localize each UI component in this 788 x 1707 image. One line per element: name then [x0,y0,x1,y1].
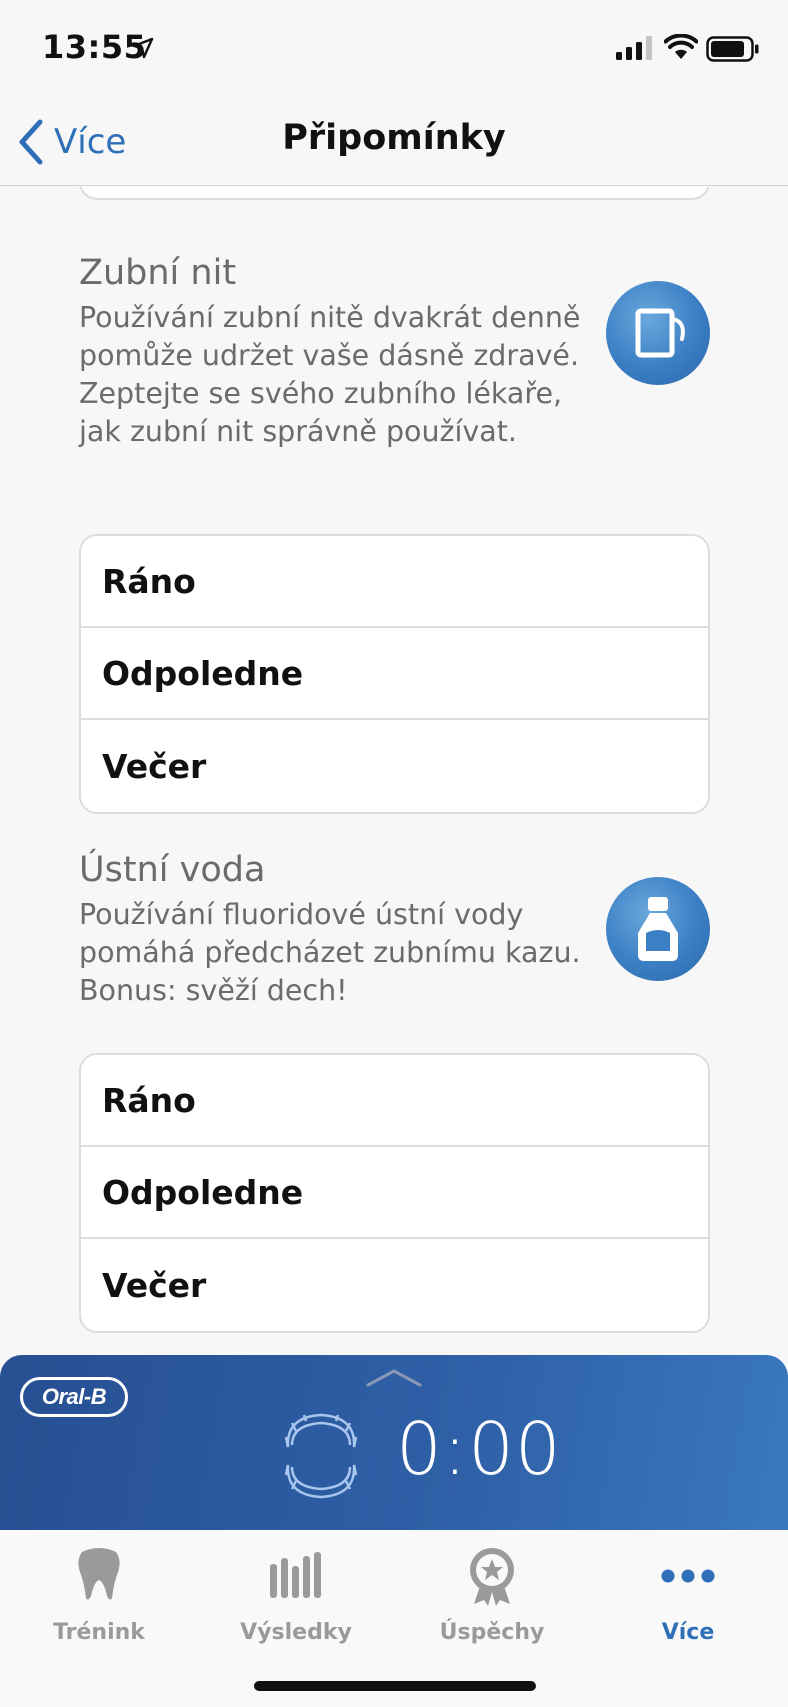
floss-options-card: Ráno Odpoledne Večer [79,534,710,814]
home-indicator[interactable] [254,1681,536,1691]
tab-label: Úspěchy [439,1620,545,1645]
option-afternoon[interactable]: Odpoledne [81,628,708,720]
tab-results[interactable]: Výsledky [206,1546,386,1646]
mouthwash-options-card: Ráno Odpoledne Večer [79,1053,710,1333]
more-icon [661,1569,715,1583]
back-button[interactable]: Více [16,114,126,170]
option-morning[interactable]: Ráno [81,1055,708,1147]
mouthwash-icon [606,877,710,981]
status-time: 13:55 [42,28,147,66]
tab-training[interactable]: Trénink [9,1546,189,1646]
teeth-icon [284,1413,358,1499]
section-title: Zubní nit [79,253,237,293]
tab-achievements[interactable]: Úspěchy [402,1546,582,1646]
tooth-icon [78,1548,120,1600]
wifi-icon [664,34,698,59]
location-icon [132,37,154,59]
status-bar: 13:55 [0,0,788,100]
section-description: Používání zubní nitě dvakrát denně pomůž… [79,301,581,448]
chevron-left-icon [19,119,43,165]
battery-icon [706,36,759,62]
tab-more[interactable]: Více [598,1546,778,1646]
tab-label: Trénink [53,1620,145,1645]
option-evening[interactable]: Večer [81,720,708,812]
option-afternoon[interactable]: Odpoledne [81,1147,708,1239]
section-title: Ústní voda [79,850,266,890]
reminders-list[interactable]: Zubní nit Používání zubní nitě dvakrát d… [0,187,788,1357]
previous-options-card [79,187,710,200]
award-icon [470,1548,514,1606]
signal-icon [616,36,652,60]
option-evening[interactable]: Večer [81,1239,708,1331]
navigation-bar: Více Připomínky [0,100,788,186]
chevron-up-icon[interactable] [364,1367,424,1389]
tab-label: Výsledky [240,1620,352,1645]
back-label: Více [54,122,127,162]
option-morning[interactable]: Ráno [81,536,708,628]
brushing-timer-panel[interactable]: Oral-B 0:00 [0,1355,788,1530]
oral-b-logo: Oral-B [20,1377,128,1417]
tab-label: Více [661,1620,715,1645]
timer-display: 0:00 [396,1407,562,1491]
section-description: Používání fluoridové ústní vody pomáhá p… [79,898,581,1007]
tab-bar: Trénink Výsledky Úspěchy Více [0,1530,788,1707]
bars-icon [270,1552,321,1598]
floss-icon [606,281,710,385]
